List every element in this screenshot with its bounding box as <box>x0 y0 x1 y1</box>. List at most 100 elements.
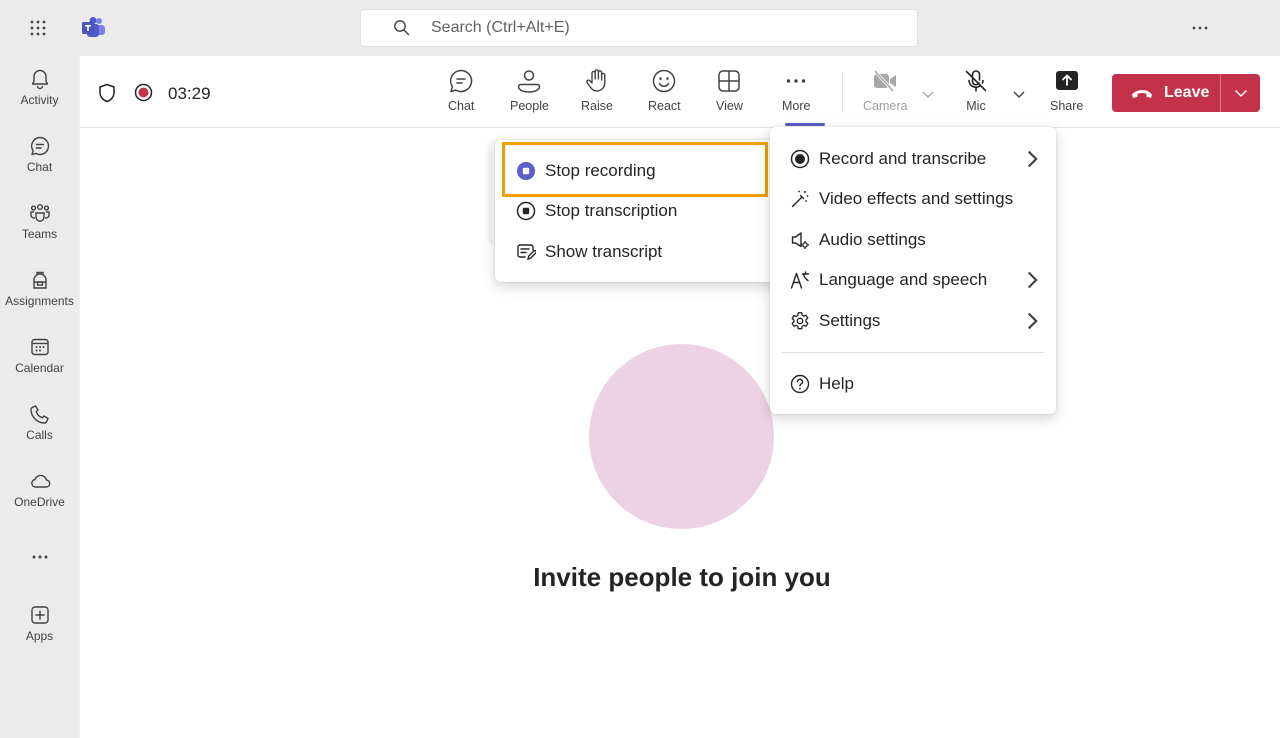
chevron-down-icon <box>1234 89 1247 98</box>
search-input[interactable]: Search (Ctrl+Alt+E) <box>431 19 570 37</box>
chat-icon <box>30 136 49 156</box>
view-button[interactable]: View <box>716 68 743 113</box>
calendar-icon <box>30 338 49 356</box>
rail-item-activity[interactable]: Activity <box>0 68 79 107</box>
chat-button[interactable]: Chat <box>448 68 474 113</box>
invite-message: Invite people to join you <box>533 562 831 592</box>
more-button-label: More <box>782 99 811 113</box>
chevron-right-icon <box>1027 150 1038 168</box>
mic-button[interactable]: Mic <box>963 68 989 113</box>
search-box[interactable]: Search (Ctrl+Alt+E) <box>360 9 918 47</box>
leave-button-label: Leave <box>1164 84 1210 101</box>
video-effects-icon <box>791 190 809 208</box>
camera-options-chevron-down-icon[interactable] <box>921 87 935 101</box>
rail-item-teams[interactable]: Teams <box>0 202 79 241</box>
teams-icon <box>29 204 50 222</box>
menu-item-label: Show transcript <box>545 242 663 261</box>
camera-button-label: Camera <box>863 99 908 113</box>
language-and-speech-menu-item[interactable]: Language and speech <box>770 269 1056 291</box>
more-icon <box>32 555 47 559</box>
menu-item-label: Video effects and settings <box>819 189 1014 208</box>
mic-off-icon <box>965 70 987 92</box>
share-button[interactable]: Share <box>1050 68 1083 113</box>
chevron-right-icon <box>1027 271 1038 289</box>
search-icon <box>394 20 410 36</box>
rail-item-label: Calendar <box>15 361 64 375</box>
leave-button[interactable]: Leave <box>1112 74 1220 112</box>
raise-hand-icon <box>586 69 606 92</box>
rail-item-label: Activity <box>20 93 59 107</box>
rail-item-chat[interactable]: Chat <box>0 135 79 174</box>
teams-logo-icon <box>82 17 106 39</box>
raise-hand-button[interactable]: Raise <box>581 68 613 113</box>
menu-item-label: Settings <box>819 311 881 330</box>
rail-item-label: Chat <box>26 160 53 174</box>
react-button[interactable]: React <box>648 68 681 113</box>
view-button-label: View <box>716 99 743 113</box>
leave-options-button[interactable] <box>1221 74 1260 112</box>
raise-hand-button-label: Raise <box>581 99 613 113</box>
video-effects-menu-item[interactable]: Video effects and settings <box>770 188 1056 210</box>
share-screen-icon <box>1055 71 1078 90</box>
share-button-label: Share <box>1050 99 1084 113</box>
rail-item-more[interactable] <box>0 546 79 571</box>
chat-icon <box>450 69 473 93</box>
rail-item-assignments[interactable]: Assignments <box>0 269 79 308</box>
more-actions-menu: Record and transcribe Video effects and … <box>770 127 1056 414</box>
app-rail: Activity Chat Teams Assignments Calendar… <box>0 56 79 738</box>
cloud-icon <box>30 474 50 488</box>
menu-item-label: Stop transcription <box>545 201 678 220</box>
camera-button[interactable]: Camera <box>863 68 907 113</box>
react-button-label: React <box>648 99 681 113</box>
record-and-transcribe-menu-item[interactable]: Record and transcribe <box>770 148 1056 170</box>
menu-divider <box>782 352 1044 353</box>
avatar <box>589 344 774 529</box>
rail-item-label: OneDrive <box>14 495 65 509</box>
people-button[interactable]: People <box>510 68 549 113</box>
transcript-icon <box>517 244 536 261</box>
stop-transcription-menu-item[interactable]: Stop transcription <box>495 200 782 222</box>
recording-indicator-icon <box>134 83 153 102</box>
rail-item-label: Apps <box>25 629 54 643</box>
show-transcript-menu-item[interactable]: Show transcript <box>495 241 782 263</box>
rail-item-calendar[interactable]: Calendar <box>0 336 79 375</box>
top-bar: Search (Ctrl+Alt+E) <box>0 0 1280 56</box>
menu-item-label: Help <box>819 374 854 393</box>
settings-menu-item[interactable]: Settings <box>770 310 1056 332</box>
backpack-icon <box>32 271 47 289</box>
more-icon <box>787 79 806 83</box>
gear-icon <box>791 312 809 330</box>
phone-icon <box>29 405 49 424</box>
rail-item-calls[interactable]: Calls <box>0 403 79 442</box>
people-button-label: People <box>510 99 549 113</box>
camera-off-icon <box>874 69 897 93</box>
menu-item-label: Audio settings <box>819 230 926 249</box>
audio-settings-menu-item[interactable]: Audio settings <box>770 229 1056 251</box>
add-apps-icon <box>30 606 49 624</box>
app-launcher-icon[interactable] <box>26 16 50 40</box>
language-icon <box>790 271 810 289</box>
stop-recording-highlight <box>502 142 768 197</box>
chat-button-label: Chat <box>448 99 475 113</box>
menu-item-label: Language and speech <box>819 270 988 289</box>
more-button-active-indicator <box>785 123 825 126</box>
more-button[interactable]: More <box>782 68 810 113</box>
rail-item-onedrive[interactable]: OneDrive <box>0 470 79 509</box>
leave-button-group: Leave <box>1112 74 1260 112</box>
more-options-icon[interactable] <box>1188 16 1212 40</box>
shield-icon[interactable] <box>98 83 116 103</box>
meeting-timer: 03:29 <box>168 84 211 103</box>
mic-options-chevron-down-icon[interactable] <box>1012 87 1026 101</box>
hang-up-icon <box>1132 90 1152 98</box>
toolbar-divider <box>842 72 843 112</box>
people-icon <box>518 70 541 93</box>
rail-item-label: Assignments <box>5 294 74 308</box>
grid-view-icon <box>718 70 741 92</box>
rail-item-label: Calls <box>26 428 53 442</box>
help-menu-item[interactable]: Help <box>770 373 1056 395</box>
rail-item-apps[interactable]: Apps <box>0 604 79 643</box>
emoji-icon <box>653 69 676 93</box>
mic-button-label: Mic <box>966 99 986 113</box>
bell-icon <box>31 69 48 90</box>
rail-item-label: Teams <box>21 227 58 241</box>
